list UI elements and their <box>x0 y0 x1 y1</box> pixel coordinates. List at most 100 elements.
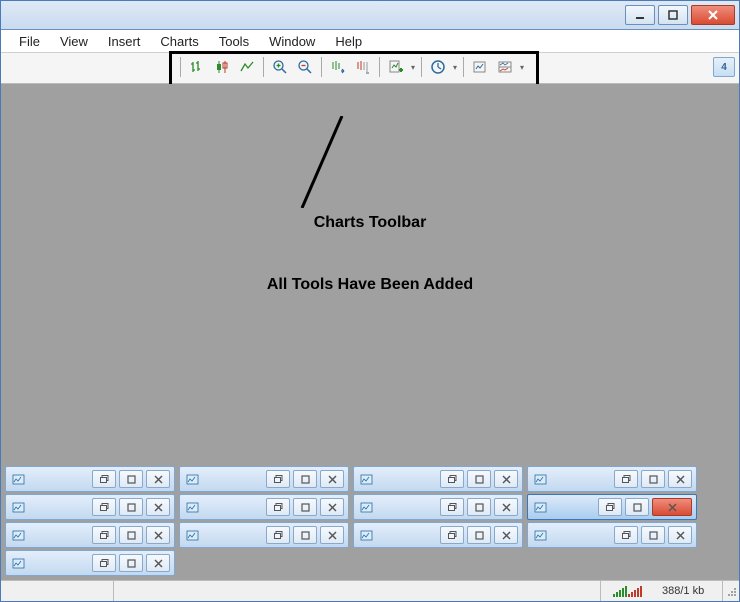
child-close-button[interactable] <box>652 498 692 516</box>
alerts-badge[interactable]: 4 <box>713 57 735 77</box>
child-restore-button[interactable] <box>266 470 290 488</box>
minimized-chart-window[interactable] <box>5 494 175 520</box>
zoom-out-button[interactable] <box>293 55 317 79</box>
menu-tools[interactable]: Tools <box>209 32 259 51</box>
child-maximize-button[interactable] <box>119 554 143 572</box>
child-restore-button[interactable] <box>614 470 638 488</box>
child-restore-button[interactable] <box>92 470 116 488</box>
bar-chart-button[interactable] <box>185 55 209 79</box>
candlestick-button[interactable] <box>210 55 234 79</box>
minimized-chart-window[interactable] <box>179 494 349 520</box>
minimized-chart-window[interactable] <box>527 522 697 548</box>
minimized-chart-window[interactable] <box>527 466 697 492</box>
child-maximize-button[interactable] <box>119 470 143 488</box>
menu-view[interactable]: View <box>50 32 98 51</box>
line-chart-button[interactable] <box>235 55 259 79</box>
menubar: File View Insert Charts Tools Window Hel… <box>1 30 739 53</box>
dropdown-icon[interactable]: ▾ <box>409 63 417 72</box>
indicators-button[interactable] <box>384 55 408 79</box>
chart-icon <box>532 499 548 515</box>
child-close-button[interactable] <box>146 498 170 516</box>
menu-charts[interactable]: Charts <box>150 32 208 51</box>
auto-scroll-button[interactable] <box>326 55 350 79</box>
child-close-button[interactable] <box>494 526 518 544</box>
child-restore-button[interactable] <box>440 470 464 488</box>
child-maximize-button[interactable] <box>641 470 665 488</box>
menu-help[interactable]: Help <box>325 32 372 51</box>
child-maximize-button[interactable] <box>293 470 317 488</box>
menu-window[interactable]: Window <box>259 32 325 51</box>
child-restore-button[interactable] <box>614 526 638 544</box>
minimized-chart-window[interactable] <box>5 550 175 576</box>
child-maximize-button[interactable] <box>293 498 317 516</box>
menu-file[interactable]: File <box>9 32 50 51</box>
annotation-arrow <box>297 116 347 208</box>
menu-insert[interactable]: Insert <box>98 32 151 51</box>
child-close-button[interactable] <box>320 470 344 488</box>
periods-button[interactable] <box>426 55 450 79</box>
chart-icon <box>10 555 26 571</box>
minimized-chart-window[interactable] <box>179 466 349 492</box>
child-close-button[interactable] <box>320 498 344 516</box>
toolbar-separator <box>263 57 264 77</box>
statusbar: 388/1 kb <box>1 580 739 601</box>
toolbar-separator <box>379 57 380 77</box>
minimize-button[interactable] <box>625 5 655 25</box>
status-segment <box>114 581 601 601</box>
minimized-window-row <box>5 494 697 520</box>
child-close-button[interactable] <box>320 526 344 544</box>
child-maximize-button[interactable] <box>293 526 317 544</box>
minimized-chart-window[interactable] <box>5 522 175 548</box>
minimized-window-row <box>5 550 697 576</box>
connection-status <box>601 581 656 601</box>
child-maximize-button[interactable] <box>467 470 491 488</box>
toolbar-separator <box>180 57 181 77</box>
chart-shift-button[interactable] <box>351 55 375 79</box>
chart-icon <box>532 527 548 543</box>
child-close-button[interactable] <box>668 470 692 488</box>
templates-button[interactable] <box>468 55 492 79</box>
child-restore-button[interactable] <box>92 498 116 516</box>
child-close-button[interactable] <box>668 526 692 544</box>
dropdown-icon[interactable]: ▾ <box>451 63 459 72</box>
child-restore-button[interactable] <box>266 526 290 544</box>
child-close-button[interactable] <box>146 526 170 544</box>
child-close-button[interactable] <box>146 554 170 572</box>
minimized-chart-window[interactable] <box>353 494 523 520</box>
child-restore-button[interactable] <box>266 498 290 516</box>
minimized-chart-window[interactable] <box>5 466 175 492</box>
child-restore-button[interactable] <box>440 498 464 516</box>
toolbar-separator <box>463 57 464 77</box>
close-button[interactable] <box>691 5 735 25</box>
child-maximize-button[interactable] <box>467 526 491 544</box>
chart-icon <box>358 499 374 515</box>
minimized-chart-window[interactable] <box>353 466 523 492</box>
traffic-text: 388/1 kb <box>656 581 723 601</box>
child-maximize-button[interactable] <box>625 498 649 516</box>
child-maximize-button[interactable] <box>119 526 143 544</box>
child-maximize-button[interactable] <box>641 526 665 544</box>
child-restore-button[interactable] <box>598 498 622 516</box>
chart-icon <box>10 527 26 543</box>
child-maximize-button[interactable] <box>467 498 491 516</box>
child-close-button[interactable] <box>494 498 518 516</box>
minimized-chart-window[interactable] <box>527 494 697 520</box>
resize-grip-icon[interactable] <box>723 585 739 597</box>
toolbar-separator <box>421 57 422 77</box>
child-restore-button[interactable] <box>92 526 116 544</box>
child-restore-button[interactable] <box>440 526 464 544</box>
chart-icon <box>10 499 26 515</box>
child-close-button[interactable] <box>146 470 170 488</box>
chart-icon <box>532 471 548 487</box>
zoom-in-button[interactable] <box>268 55 292 79</box>
minimized-window-row <box>5 466 697 492</box>
status-segment <box>1 581 114 601</box>
chart-properties-button[interactable] <box>493 55 517 79</box>
minimized-chart-window[interactable] <box>179 522 349 548</box>
dropdown-icon[interactable]: ▾ <box>518 63 526 72</box>
child-close-button[interactable] <box>494 470 518 488</box>
minimized-chart-window[interactable] <box>353 522 523 548</box>
child-maximize-button[interactable] <box>119 498 143 516</box>
child-restore-button[interactable] <box>92 554 116 572</box>
maximize-button[interactable] <box>658 5 688 25</box>
